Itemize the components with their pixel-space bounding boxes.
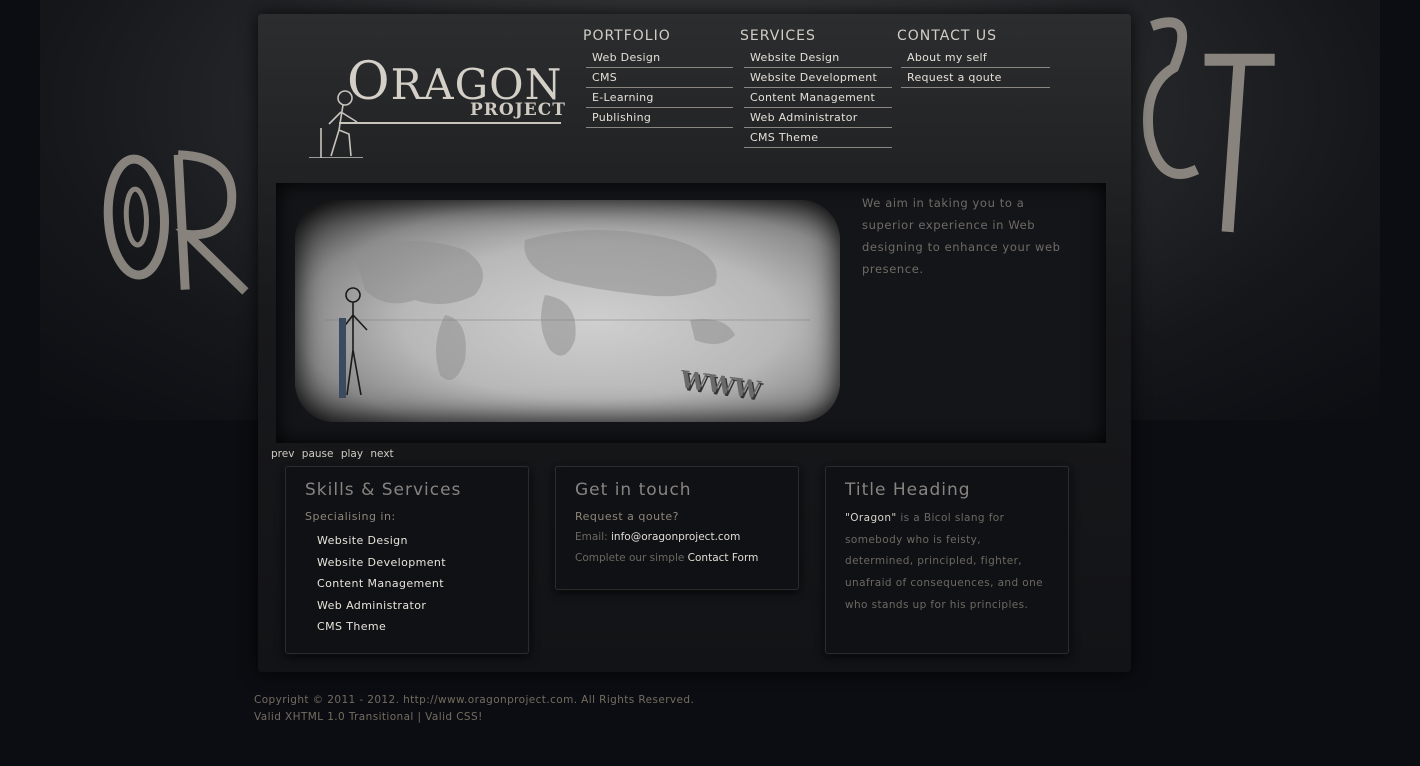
skills-item-cms-theme[interactable]: CMS Theme	[317, 616, 446, 638]
nav-item-cms-theme[interactable]: CMS Theme	[744, 128, 892, 148]
nav-services: SERVICES Website Design Website Developm…	[740, 28, 892, 148]
nav-heading-portfolio[interactable]: PORTFOLIO	[583, 28, 733, 44]
nav-item-web-administrator[interactable]: Web Administrator	[744, 108, 892, 128]
page-footer: Copyright © 2011 - 2012. http://www.orag…	[254, 692, 694, 726]
title-heading-box: Title Heading "Oragon" is a Bicol slang …	[825, 466, 1069, 654]
skills-services-box: Skills & Services Specialising in: Websi…	[285, 466, 529, 654]
get-in-touch-box: Get in touch Request a qoute? Email: inf…	[555, 466, 799, 590]
hero-slide-image: WWW	[295, 200, 840, 422]
stick-figure-logo-icon	[309, 90, 363, 158]
contact-heading: Get in touch	[575, 480, 692, 500]
footer-validity[interactable]: Valid XHTML 1.0 Transitional | Valid CSS…	[254, 709, 694, 726]
contact-email-line: Email: info@oragonproject.com	[575, 531, 741, 543]
skills-item-website-design[interactable]: Website Design	[317, 530, 446, 552]
footer-copyright: Copyright © 2011 - 2012. http://www.orag…	[254, 694, 695, 706]
site-logo[interactable]: ORAGON PROJECT	[307, 52, 567, 160]
slider-next-button[interactable]: next	[370, 448, 393, 460]
nav-item-e-learning[interactable]: E-Learning	[586, 88, 733, 108]
nav-item-website-design[interactable]: Website Design	[744, 48, 892, 68]
slider-play-button[interactable]: play	[341, 448, 363, 460]
logo-desk-line	[339, 122, 561, 124]
skills-subtitle: Specialising in:	[305, 510, 396, 523]
logo-subtitle: PROJECT	[470, 100, 566, 120]
slider-prev-button[interactable]: prev	[271, 448, 294, 460]
decorative-graffiti-right	[1121, 0, 1288, 255]
contact-form-link[interactable]: Contact Form	[688, 552, 759, 564]
skills-heading: Skills & Services	[305, 480, 462, 500]
slider-pause-button[interactable]: pause	[302, 448, 334, 460]
nav-item-website-development[interactable]: Website Development	[744, 68, 892, 88]
nav-item-web-design[interactable]: Web Design	[586, 48, 733, 68]
nav-heading-contact[interactable]: CONTACT US	[897, 28, 1050, 44]
slider-controls: prev pause play next	[271, 448, 398, 460]
skills-item-website-development[interactable]: Website Development	[317, 552, 446, 574]
skills-item-content-management[interactable]: Content Management	[317, 573, 446, 595]
nav-item-cms[interactable]: CMS	[586, 68, 733, 88]
contact-email-link[interactable]: info@oragonproject.com	[611, 531, 740, 543]
nav-heading-services[interactable]: SERVICES	[740, 28, 892, 44]
about-heading: Title Heading	[845, 480, 971, 500]
contact-subtitle: Request a qoute?	[575, 510, 680, 523]
nav-item-publishing[interactable]: Publishing	[586, 108, 733, 128]
skills-item-web-administrator[interactable]: Web Administrator	[317, 595, 446, 617]
nav-item-request-quote[interactable]: Request a qoute	[901, 68, 1050, 88]
contact-form-line: Complete our simple Contact Form	[575, 552, 759, 564]
hero-tagline: We aim in taking you to a superior exper…	[862, 196, 1061, 276]
nav-portfolio: PORTFOLIO Web Design CMS E-Learning Publ…	[583, 28, 733, 128]
skills-list: Website Design Website Development Conte…	[317, 530, 446, 638]
decorative-graffiti-left	[94, 66, 256, 314]
about-paragraph: "Oragon" is a Bicol slang for somebody w…	[845, 512, 1043, 611]
nav-contact: CONTACT US About my self Request a qoute	[897, 28, 1050, 88]
nav-item-content-management[interactable]: Content Management	[744, 88, 892, 108]
nav-item-about-my-self[interactable]: About my self	[901, 48, 1050, 68]
